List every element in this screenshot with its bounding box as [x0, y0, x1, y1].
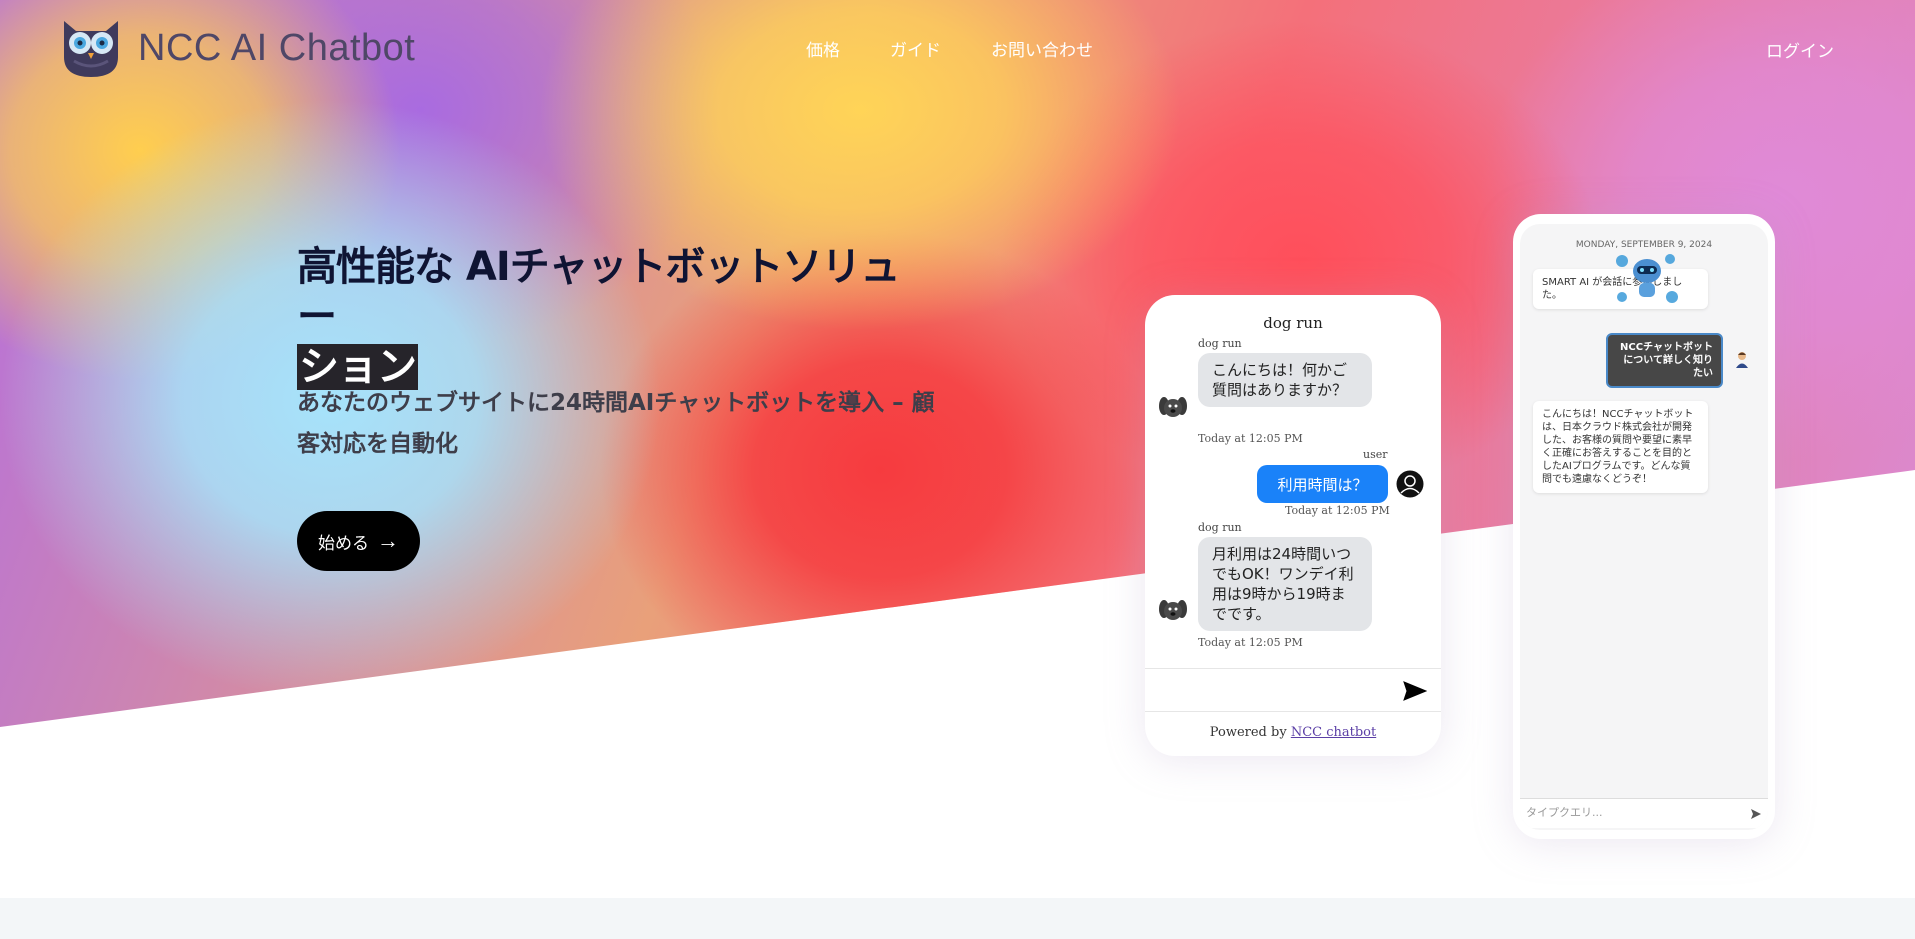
hero-subtitle: あなたのウェブサイトに24時間AIチャットボットを導入 – 顧客対応を自動化 [297, 390, 935, 457]
brand-name: NCC AI Chatbot [138, 26, 416, 69]
bot-message-bubble: 月利用は24時間いつでもOK！ワンデイ利用は9時から19時までです。 [1198, 537, 1372, 631]
arrow-right-icon: → [377, 528, 399, 553]
user-message-bubble: 利用時間は？ [1257, 465, 1388, 503]
chat-message-input[interactable] [1145, 668, 1441, 712]
chat-widget-preview-smart-ai: MONDAY, SEPTEMBER 9, 2024 SMART AI が会話に参… [1513, 214, 1775, 839]
nav-item-guide[interactable]: ガイド [890, 36, 941, 61]
message-time: Today at 12:05 PM [1285, 504, 1390, 517]
message-sender: dog run [1198, 337, 1242, 350]
get-started-label: 始める [318, 533, 369, 553]
message-sender: user [1363, 448, 1388, 461]
user-avatar-icon [1396, 470, 1424, 498]
chat-widget-preview-dogrun: dog run dog run こんにちは！何かご質問はありますか？ Today… [1145, 295, 1441, 756]
main-nav: 価格 ガイド お問い合わせ [806, 36, 1143, 61]
nav-item-pricing[interactable]: 価格 [806, 36, 840, 61]
nav-item-contact[interactable]: お問い合わせ [991, 36, 1093, 61]
query-input-bar [1520, 798, 1768, 828]
brand-logo-link[interactable]: NCC AI Chatbot [58, 17, 415, 79]
message-time: Today at 12:05 PM [1198, 636, 1303, 649]
query-input[interactable] [1526, 806, 1726, 819]
next-section-strip [0, 898, 1915, 939]
send-icon[interactable] [1403, 681, 1427, 701]
message-sender: dog run [1198, 521, 1242, 534]
user-message-bubble: NCCチャットボットについて詳しく知りたい [1606, 333, 1723, 388]
dog-avatar-icon [1158, 392, 1188, 422]
powered-by-footer: Powered by NCC chatbot [1145, 725, 1441, 740]
user-avatar-icon [1736, 352, 1748, 368]
bot-message-bubble: こんにちは！NCCチャットボットは、日本クラウド株式会社が開発した、お客様の質問… [1533, 401, 1708, 493]
owl-logo-icon [64, 21, 118, 77]
chat-title: dog run [1263, 314, 1323, 332]
hero-headline-part1: 高性能な AIチャットボットソリュー [297, 244, 900, 340]
bot-message-bubble: こんにちは！何かご質問はありますか？ [1198, 353, 1372, 407]
login-link[interactable]: ログイン [1766, 37, 1834, 62]
message-time: Today at 12:05 PM [1198, 432, 1303, 445]
robot-mascot-icon [1616, 254, 1678, 303]
powered-by-label: Powered by [1209, 725, 1287, 740]
ncc-chatbot-link[interactable]: NCC chatbot [1291, 725, 1376, 740]
hero-headline: 高性能な AIチャットボットソリュー ション [297, 242, 937, 392]
dog-avatar-icon [1158, 595, 1188, 625]
phone-screen: MONDAY, SEPTEMBER 9, 2024 SMART AI が会話に参… [1520, 224, 1768, 830]
send-icon[interactable] [1750, 808, 1762, 820]
get-started-button[interactable]: 始める → [297, 511, 420, 571]
